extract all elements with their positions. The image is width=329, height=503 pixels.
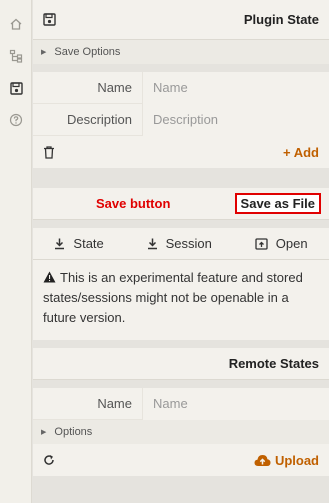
save-as-file-button[interactable]: Save as File	[234, 193, 321, 214]
open-button[interactable]: Open	[255, 236, 308, 251]
state-buttons: State Session Open	[33, 228, 329, 260]
experimental-warning: This is an experimental feature and stor…	[33, 260, 329, 340]
home-icon[interactable]	[0, 8, 32, 40]
floppy-icon[interactable]	[0, 72, 32, 104]
side-rail	[0, 0, 32, 503]
save-button-annotation: Save button	[96, 196, 171, 211]
remote-actions: Upload	[33, 444, 329, 476]
remote-name-input[interactable]	[142, 387, 329, 420]
plugin-state-actions: + Add	[33, 136, 329, 168]
warning-icon	[43, 271, 56, 283]
upload-label: Upload	[274, 452, 319, 468]
caret-right-icon: ▶	[41, 49, 47, 56]
trash-icon[interactable]	[43, 145, 55, 159]
refresh-icon[interactable]	[43, 454, 55, 466]
floppy-icon	[43, 13, 56, 26]
description-input[interactable]	[142, 103, 329, 136]
description-label: Description	[66, 112, 132, 127]
help-icon[interactable]	[0, 104, 32, 136]
remote-states-title: Remote States	[228, 356, 319, 371]
download-state-button[interactable]: State	[54, 236, 104, 251]
remote-states-header: Remote States	[33, 348, 329, 380]
open-label: Open	[275, 236, 308, 251]
tree-icon[interactable]	[0, 40, 32, 72]
description-row: Description	[33, 103, 329, 136]
save-bar: Save button Save as File	[33, 188, 329, 220]
remote-name-row: Name	[33, 387, 329, 420]
save-options-label: Save Options	[54, 46, 121, 58]
remote-name-label: Name	[97, 396, 132, 411]
session-label: Session	[165, 236, 212, 251]
download-icon	[147, 238, 158, 250]
download-session-button[interactable]: Session	[147, 236, 212, 251]
state-label: State	[73, 236, 104, 251]
upload-button[interactable]: Upload	[254, 453, 319, 468]
plugin-state-header: Plugin State	[33, 0, 329, 40]
name-input[interactable]	[142, 71, 329, 104]
name-label: Name	[97, 80, 132, 95]
name-row: Name	[33, 71, 329, 104]
state-panel: Plugin State ▶ Save Options Name Descrip…	[33, 0, 329, 503]
caret-right-icon: ▶	[41, 429, 47, 436]
warning-text: This is an experimental feature and stor…	[43, 270, 303, 325]
page-title: Plugin State	[243, 12, 319, 27]
save-options-toggle[interactable]: ▶ Save Options	[33, 40, 329, 64]
remote-options-toggle[interactable]: ▶ Options	[33, 420, 329, 444]
open-file-icon	[255, 237, 268, 250]
add-button[interactable]: + Add	[283, 145, 319, 160]
download-icon	[54, 238, 65, 250]
cloud-upload-icon	[254, 454, 271, 467]
remote-options-label: Options	[54, 426, 93, 438]
